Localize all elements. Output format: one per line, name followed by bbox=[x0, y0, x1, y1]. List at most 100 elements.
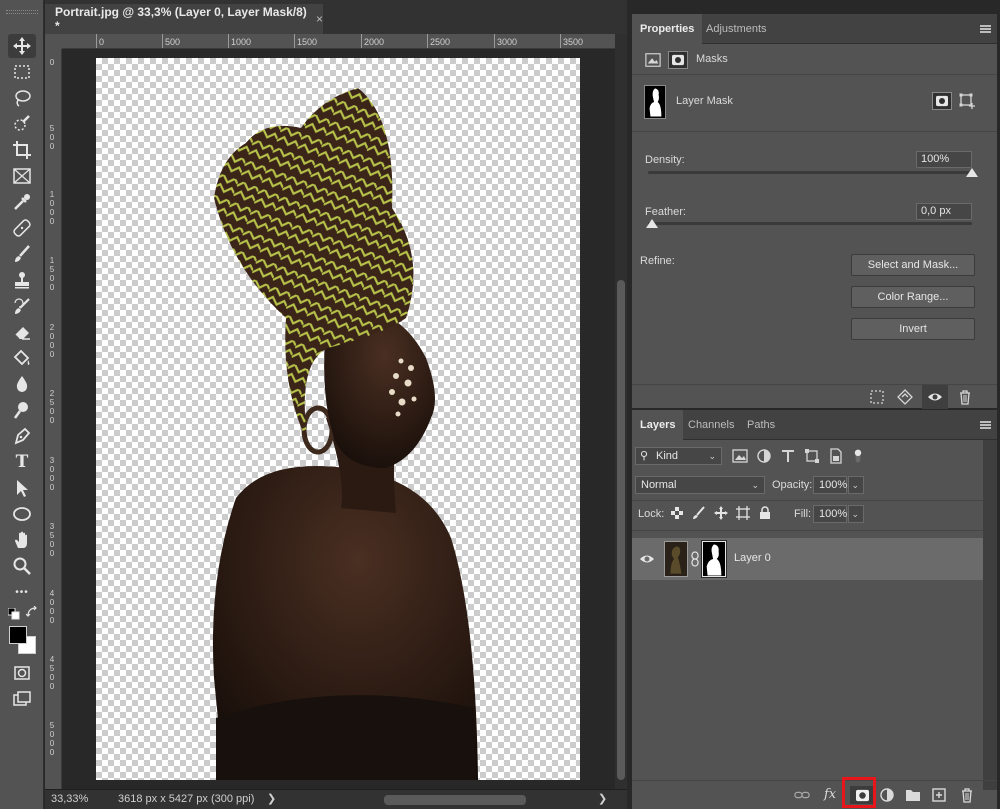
new-group-folder-icon[interactable] bbox=[904, 787, 922, 803]
filter-smart-object-icon[interactable] bbox=[828, 448, 844, 464]
layer-image-thumbnail[interactable] bbox=[664, 541, 688, 577]
quick-selection-tool-icon[interactable] bbox=[8, 112, 36, 136]
layer-row-layer-0[interactable]: Layer 0 bbox=[632, 538, 983, 580]
opacity-slider-toggle[interactable]: ⌄ bbox=[848, 476, 864, 494]
marquee-tool-icon[interactable] bbox=[8, 60, 36, 84]
layers-scrollbar[interactable] bbox=[983, 440, 997, 790]
scroll-right-arrow-icon[interactable]: ❯ bbox=[598, 792, 607, 805]
fill-field[interactable]: 100% bbox=[813, 505, 847, 523]
healing-brush-tool-icon[interactable] bbox=[8, 216, 36, 240]
new-adjustment-layer-icon[interactable] bbox=[878, 787, 896, 803]
panel-menu-icon[interactable] bbox=[980, 421, 991, 429]
delete-mask-icon[interactable] bbox=[956, 388, 974, 406]
lock-all-icon[interactable] bbox=[758, 506, 772, 520]
more-tools-icon[interactable]: ••• bbox=[8, 580, 36, 604]
tab-paths[interactable]: Paths bbox=[739, 410, 783, 440]
ruler-tick: 4500 bbox=[49, 655, 55, 691]
color-range-button[interactable]: Color Range... bbox=[851, 286, 975, 308]
status-menu-arrow-icon[interactable]: ❯ bbox=[267, 792, 276, 805]
type-tool-icon[interactable]: T bbox=[8, 450, 36, 474]
density-slider-track[interactable] bbox=[648, 171, 972, 174]
feather-field[interactable]: 0,0 px bbox=[916, 203, 972, 220]
opacity-field[interactable]: 100% bbox=[813, 476, 847, 494]
link-layers-icon[interactable] bbox=[793, 787, 811, 803]
tab-adjustments[interactable]: Adjustments bbox=[698, 14, 775, 44]
opacity-label: Opacity: bbox=[772, 479, 813, 491]
select-and-mask-button[interactable]: Select and Mask... bbox=[851, 254, 975, 276]
zoom-level[interactable]: 33,33% bbox=[51, 793, 88, 805]
default-colors-icon[interactable] bbox=[8, 608, 20, 620]
add-layer-style-fx-icon[interactable]: fx bbox=[824, 787, 836, 802]
toolbar-grip[interactable] bbox=[6, 10, 38, 14]
eyedropper-tool-icon[interactable] bbox=[8, 190, 36, 214]
filter-toggle-icon[interactable] bbox=[852, 446, 864, 466]
tab-layers[interactable]: Layers bbox=[632, 410, 684, 440]
new-layer-icon[interactable] bbox=[930, 787, 948, 803]
vertical-ruler[interactable]: 0 500 1000 1500 2000 2500 3000 3500 4000… bbox=[45, 49, 62, 789]
swap-colors-icon[interactable] bbox=[26, 606, 38, 618]
vertical-scrollbar[interactable] bbox=[615, 34, 627, 789]
quick-mask-icon[interactable] bbox=[8, 661, 36, 685]
layers-tab-bar: Layers Channels Paths bbox=[632, 410, 997, 440]
apply-mask-icon[interactable] bbox=[896, 388, 914, 406]
tab-properties[interactable]: Properties bbox=[632, 14, 703, 44]
add-vector-mask-icon[interactable] bbox=[958, 92, 976, 110]
foreground-color-swatch[interactable] bbox=[9, 626, 27, 644]
filter-shape-icon[interactable] bbox=[804, 448, 820, 464]
layer-name[interactable]: Layer 0 bbox=[734, 552, 771, 564]
ellipse-tool-icon[interactable] bbox=[8, 502, 36, 526]
pixel-mask-icon[interactable] bbox=[644, 52, 662, 68]
eraser-tool-icon[interactable] bbox=[8, 320, 36, 344]
blur-tool-icon[interactable] bbox=[8, 372, 36, 396]
feather-slider-knob[interactable] bbox=[646, 219, 658, 228]
zoom-tool-icon[interactable] bbox=[8, 554, 36, 578]
clone-stamp-tool-icon[interactable] bbox=[8, 268, 36, 292]
close-tab-icon[interactable]: × bbox=[316, 12, 323, 26]
screen-mode-icon[interactable] bbox=[8, 687, 36, 711]
density-field[interactable]: 100% bbox=[916, 151, 972, 168]
frame-tool-icon[interactable] bbox=[8, 164, 36, 188]
fill-slider-toggle[interactable]: ⌄ bbox=[848, 505, 864, 523]
pen-tool-icon[interactable] bbox=[8, 424, 36, 448]
load-selection-icon[interactable] bbox=[868, 388, 886, 406]
document-tab[interactable]: Portrait.jpg @ 33,3% (Layer 0, Layer Mas… bbox=[45, 4, 323, 34]
panel-menu-icon[interactable] bbox=[980, 25, 991, 33]
filter-type-icon[interactable] bbox=[780, 448, 796, 464]
vertical-scroll-thumb[interactable] bbox=[617, 280, 625, 780]
history-brush-tool-icon[interactable] bbox=[8, 294, 36, 318]
brush-tool-icon[interactable] bbox=[8, 242, 36, 266]
refine-label: Refine: bbox=[640, 255, 675, 267]
mask-link-icon[interactable] bbox=[690, 551, 700, 567]
layer-filter-dropdown[interactable]: ⚲ Kind ⌄ bbox=[635, 447, 722, 465]
delete-layer-icon[interactable] bbox=[958, 787, 976, 803]
filter-pixel-icon[interactable] bbox=[732, 448, 748, 464]
invert-button[interactable]: Invert bbox=[851, 318, 975, 340]
crop-tool-icon[interactable] bbox=[8, 138, 36, 162]
layer-mask-toggle-icon[interactable] bbox=[668, 51, 688, 69]
ruler-origin[interactable] bbox=[45, 34, 62, 49]
disable-mask-icon[interactable] bbox=[922, 385, 948, 409]
horizontal-ruler[interactable]: 0 500 1000 1500 2000 2500 3000 3500 bbox=[62, 34, 615, 49]
document-canvas[interactable] bbox=[96, 58, 580, 780]
hand-tool-icon[interactable] bbox=[8, 528, 36, 552]
select-mask-icon[interactable] bbox=[932, 92, 952, 110]
lock-transparent-pixels-icon[interactable] bbox=[670, 506, 684, 520]
tab-channels[interactable]: Channels bbox=[680, 410, 742, 440]
dodge-tool-icon[interactable] bbox=[8, 398, 36, 422]
lock-artboard-icon[interactable] bbox=[736, 506, 750, 520]
layer-mask-thumbnail[interactable] bbox=[701, 540, 727, 578]
chevron-down-icon: ⌄ bbox=[851, 480, 859, 490]
lock-image-pixels-icon[interactable] bbox=[692, 506, 706, 520]
path-selection-tool-icon[interactable] bbox=[8, 476, 36, 500]
feather-slider-track[interactable] bbox=[648, 222, 972, 225]
layer-visibility-eye-icon[interactable] bbox=[638, 551, 656, 567]
paint-bucket-tool-icon[interactable] bbox=[8, 346, 36, 370]
canvas-area[interactable] bbox=[62, 49, 615, 789]
blend-mode-dropdown[interactable]: Normal ⌄ bbox=[635, 476, 765, 494]
horizontal-scroll-thumb[interactable] bbox=[384, 795, 526, 805]
lasso-tool-icon[interactable] bbox=[8, 86, 36, 110]
move-tool-icon[interactable] bbox=[8, 34, 36, 58]
filter-adjustment-icon[interactable] bbox=[756, 448, 772, 464]
lock-position-icon[interactable] bbox=[714, 506, 728, 520]
density-slider-knob[interactable] bbox=[966, 168, 978, 177]
